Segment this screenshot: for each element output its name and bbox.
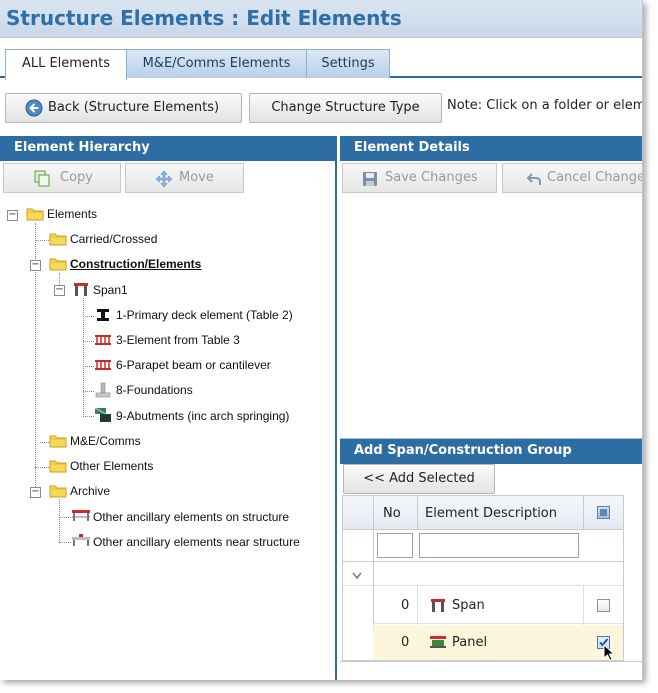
folder-icon [49,433,67,452]
select-all-checkbox[interactable] [597,506,610,519]
back-button-label: Back (Structure Elements) [48,100,220,115]
edit-elements-page: Structure Elements : Edit Elements ALL E… [0,0,643,680]
tree-node-other-elements[interactable]: Other Elements [70,459,153,473]
grid-col-divider [583,496,584,530]
hierarchy-header-underline [0,159,337,161]
tree-connector [83,341,94,342]
folder-icon [49,256,67,275]
save-changes-label: Save Changes [385,170,478,185]
mouse-cursor-icon [603,643,616,666]
element-grid: No Element Description 0 Span 0 Panel [342,495,624,662]
beam-icon [94,333,112,351]
span-icon [429,597,447,617]
ancillary-near-icon [71,533,91,552]
move-button-label: Move [179,170,214,185]
i-beam-icon [95,307,111,327]
tree-node-abutments[interactable]: 9-Abutments (inc arch springing) [116,409,289,423]
collapse-toggle[interactable]: − [54,285,65,296]
tree-connector [83,416,94,417]
tree-node-archive[interactable]: Archive [70,484,110,498]
row-no: 0 [401,635,410,650]
note-text: Note: Click on a folder or elem [447,98,643,113]
tab-settings[interactable]: Settings [306,49,390,78]
add-group-header: Add Span/Construction Group [340,439,642,463]
column-header-no[interactable]: No [383,506,401,521]
copy-button-label: Copy [60,170,93,185]
row-checkbox[interactable] [597,599,610,612]
tree-node-carried-crossed[interactable]: Carried/Crossed [70,232,157,246]
folder-icon [26,206,44,225]
move-button[interactable]: Move [125,163,244,193]
tree-connector [59,542,71,543]
tree-connector [83,391,94,392]
row-description: Panel [452,635,488,650]
move-icon [155,170,173,199]
tree-node-me-comms[interactable]: M&E/Comms [70,434,141,448]
tree-connector [59,499,60,542]
tree-node-construction-elements[interactable]: Construction/Elements [70,257,201,271]
row-description: Span [452,598,485,613]
parapet-beam-icon [94,358,112,376]
collapse-toggle[interactable]: − [7,210,18,221]
undo-icon [526,170,542,198]
tree-connector [35,240,49,241]
tree-node-ancillary-on[interactable]: Other ancillary elements on structure [93,510,289,524]
bottom-divider [340,661,642,662]
cancel-changes-button[interactable]: Cancel Change [502,163,643,193]
save-icon [362,170,378,198]
no-filter-input[interactable] [377,533,413,558]
tree-connector [83,316,94,317]
panel-icon [429,634,447,654]
table-row[interactable] [373,625,623,660]
folder-icon [49,231,67,250]
tree-node-parapet[interactable]: 6-Parapet beam or cantilever [116,358,271,372]
element-hierarchy-header: Element Hierarchy [0,136,337,160]
collapse-toggle[interactable]: − [30,487,41,498]
folder-icon [49,483,67,502]
change-structure-type-button[interactable]: Change Structure Type [249,93,442,123]
row-no: 0 [401,598,410,613]
tree-connector [35,467,49,468]
hierarchy-panel-border [335,136,337,680]
tab-strip: ALL Elements M&E/Comms Elements Settings [0,48,642,80]
tab-me-comms-elements[interactable]: M&E/Comms Elements [126,49,307,78]
tree-connector [83,366,94,367]
tree-node-foundations[interactable]: 8-Foundations [116,383,193,397]
chevron-down-icon[interactable] [352,569,362,584]
table-row[interactable] [373,586,623,624]
tree-connector [59,517,71,518]
column-header-description[interactable]: Element Description [425,506,557,521]
page-title: Structure Elements : Edit Elements [6,6,402,30]
tree-node-primary-deck[interactable]: 1-Primary deck element (Table 2) [116,308,293,322]
tree-node-span1[interactable]: Span1 [93,283,128,297]
folder-icon [49,458,67,477]
group-row [343,562,623,586]
copy-button[interactable]: Copy [3,163,121,193]
grid-col-divider [417,496,418,530]
abutment-icon [94,407,112,427]
save-changes-button[interactable]: Save Changes [342,163,497,193]
title-bar: Structure Elements : Edit Elements [0,0,642,38]
description-filter-input[interactable] [419,533,579,558]
tab-all-elements[interactable]: ALL Elements [5,49,127,80]
tree-node-elements[interactable]: Elements [47,207,97,221]
span-icon [72,281,90,301]
collapse-toggle[interactable]: − [30,260,41,271]
details-header-underline [340,159,642,161]
tree-connector [40,442,49,443]
back-button[interactable]: Back (Structure Elements) [5,93,242,123]
tree-node-element-table3[interactable]: 3-Element from Table 3 [116,333,240,347]
tree-node-ancillary-near[interactable]: Other ancillary elements near structure [93,535,300,549]
copy-icon [34,170,51,198]
ancillary-icon [71,508,91,527]
add-selected-button[interactable]: << Add Selected [343,464,495,494]
element-details-header: Element Details [340,136,642,160]
cancel-changes-label: Cancel Change [547,170,643,185]
foundation-icon [94,382,112,402]
back-arrow-icon [25,99,43,128]
